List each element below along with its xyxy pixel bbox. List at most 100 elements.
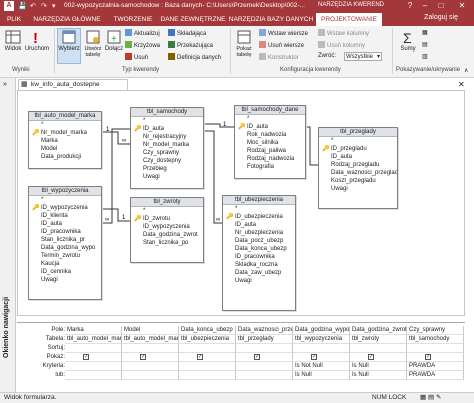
grid-cell[interactable]: [179, 371, 236, 380]
table-field[interactable]: *: [29, 196, 101, 204]
grid-cell[interactable]: [179, 344, 236, 353]
show-checkbox[interactable]: ✓: [425, 354, 431, 360]
grid-cell[interactable]: [293, 344, 350, 353]
table-field[interactable]: ID_auta: [319, 153, 397, 161]
table-names-icon[interactable]: ▥: [422, 53, 428, 60]
property-sheet-icon[interactable]: ▤: [422, 41, 428, 48]
table-field[interactable]: Rodzaj_przegladu: [319, 161, 397, 169]
table-field[interactable]: ID_pracownika: [223, 253, 295, 261]
table-field[interactable]: *: [235, 115, 305, 123]
table-field[interactable]: *: [131, 207, 203, 215]
delete-rows-button[interactable]: Usuń wiersze: [259, 41, 304, 49]
table-field[interactable]: Przebieg: [131, 165, 203, 173]
show-checkbox[interactable]: ✓: [197, 354, 203, 360]
table-field[interactable]: ID_pracownika: [29, 228, 101, 236]
grid-cell[interactable]: [65, 344, 122, 353]
customize-quick-access-icon[interactable]: ▾: [52, 2, 56, 10]
tab-projektowanie[interactable]: PROJEKTOWANIE: [316, 13, 382, 26]
show-checkbox[interactable]: ✓: [83, 354, 89, 360]
grid-cell[interactable]: tbl_samochody: [407, 335, 464, 344]
table-field[interactable]: Marka: [29, 137, 101, 145]
insert-rows-button[interactable]: Wstaw wiersze: [259, 29, 308, 37]
grid-cell[interactable]: PRAWDA: [407, 362, 464, 371]
navigation-pane[interactable]: » Okienko nawigacji: [0, 78, 16, 392]
show-checkbox[interactable]: ✓: [311, 354, 317, 360]
table-field[interactable]: Fotografia: [235, 163, 305, 171]
table-field[interactable]: Uwagi: [29, 276, 101, 284]
table-field[interactable]: Rodzaj_paliwa: [235, 147, 305, 155]
table-field[interactable]: Termin_zwrotu: [29, 252, 101, 260]
table-field[interactable]: ID_auta: [223, 221, 295, 229]
table-field[interactable]: *: [131, 117, 203, 125]
table-field[interactable]: *: [29, 121, 101, 129]
table-field[interactable]: Czy_sprawny: [131, 149, 203, 157]
table-field[interactable]: 🔑 ID_auta: [235, 123, 305, 131]
grid-cell[interactable]: Data_godzina_wypoz: [293, 326, 350, 335]
table-field[interactable]: Stan_licznika_pr: [29, 236, 101, 244]
grid-cell[interactable]: ✓: [293, 353, 350, 362]
grid-cell[interactable]: [122, 362, 179, 371]
table-field[interactable]: *: [319, 137, 397, 145]
table-field[interactable]: ID_wypozyczenia: [131, 223, 203, 231]
data-definition-button[interactable]: Definicja danych: [168, 53, 221, 61]
grid-cell[interactable]: [236, 362, 293, 371]
show-checkbox[interactable]: ✓: [254, 354, 260, 360]
table-field[interactable]: 🔑 ID_przegladu: [319, 145, 397, 153]
grid-cell[interactable]: ✓: [179, 353, 236, 362]
tab-tworzenie[interactable]: TWORZENIE: [106, 13, 160, 26]
parameters-icon[interactable]: ▦: [422, 29, 428, 36]
grid-cell[interactable]: PRAWDA: [407, 371, 464, 380]
table-tbl-wypozyczenia[interactable]: tbl_wypozyczenia * 🔑 ID_wypozyczenia ID_klie…: [28, 186, 102, 300]
table-field[interactable]: 🔑 ID_wypozyczenia: [29, 204, 101, 212]
make-table-button[interactable]: Utwórz tabelę: [82, 29, 104, 58]
close-button[interactable]: ✕: [452, 0, 472, 12]
select-query-button[interactable]: Wybierz: [57, 28, 81, 64]
redo-icon[interactable]: ↷: [41, 2, 47, 10]
delete-columns-button[interactable]: Usuń kolumny: [318, 41, 365, 49]
grid-cell[interactable]: [236, 344, 293, 353]
table-field[interactable]: 🔑 ID_ubezpieczenia: [223, 213, 295, 221]
document-tab[interactable]: ▦ kw_info_auta_dostepne: [18, 79, 128, 90]
table-field[interactable]: Data_zaw_ubezp: [223, 269, 295, 277]
run-button[interactable]: ! Uruchom: [24, 29, 50, 52]
grid-cell[interactable]: Is Null: [350, 362, 407, 371]
table-field[interactable]: Kaucja: [29, 260, 101, 268]
insert-columns-button[interactable]: Wstaw kolumny: [318, 29, 369, 37]
grid-cell[interactable]: tbl_auto_model_mark: [122, 335, 179, 344]
table-field[interactable]: Czy_dostepny: [131, 157, 203, 165]
table-field[interactable]: Rodzaj_nadwozia: [235, 155, 305, 163]
pass-through-button[interactable]: Przekazująca: [168, 41, 213, 49]
collapse-ribbon-icon[interactable]: ∧: [464, 67, 468, 74]
save-icon[interactable]: 💾: [18, 2, 27, 10]
grid-cell[interactable]: [122, 344, 179, 353]
table-field[interactable]: Koszt_przegladu: [319, 177, 397, 185]
view-button[interactable]: Widok: [2, 29, 24, 52]
update-query-button[interactable]: Aktualizuj: [125, 29, 160, 37]
delete-query-button[interactable]: Usuń: [125, 53, 148, 61]
grid-cell[interactable]: tbl_zwroty: [350, 335, 407, 344]
grid-cell[interactable]: ✓: [407, 353, 464, 362]
table-tbl-samochody[interactable]: tbl_samochody * 🔑 ID_auta Nr_rejestracyjny Nr…: [130, 107, 204, 189]
grid-cell[interactable]: [407, 344, 464, 353]
grid-cell[interactable]: Model: [122, 326, 179, 335]
tab-narzedzia-bazy-danych[interactable]: NARZĘDZIA BAZY DANYCH: [226, 13, 316, 26]
grid-cell[interactable]: Is Null: [293, 371, 350, 380]
maximize-button[interactable]: □: [434, 0, 448, 12]
sign-in-link[interactable]: Zaloguj się: [424, 14, 458, 21]
grid-cell[interactable]: ✓: [350, 353, 407, 362]
grid-cell[interactable]: ✓: [65, 353, 122, 362]
table-field[interactable]: Uwagi: [131, 173, 203, 181]
close-document-icon[interactable]: ✕: [458, 80, 465, 89]
table-field[interactable]: Data_konca_ubezp: [223, 245, 295, 253]
grid-cell[interactable]: ✓: [122, 353, 179, 362]
grid-cell[interactable]: Data_konca_ubezp: [179, 326, 236, 335]
table-field[interactable]: 🔑 ID_zwrotu: [131, 215, 203, 223]
table-field[interactable]: Data_waznosci_przeglad: [319, 169, 397, 177]
table-field[interactable]: *: [223, 205, 295, 213]
tab-narzedzia-glowne[interactable]: NARZĘDZIA GŁÓWNE: [28, 13, 106, 26]
grid-cell[interactable]: Data_waznosci_przegl: [236, 326, 293, 335]
tab-plik[interactable]: PLIK: [2, 13, 26, 26]
grid-cell[interactable]: [65, 362, 122, 371]
table-field[interactable]: Nr_model_marka: [131, 141, 203, 149]
union-button[interactable]: Składająca: [168, 29, 206, 37]
